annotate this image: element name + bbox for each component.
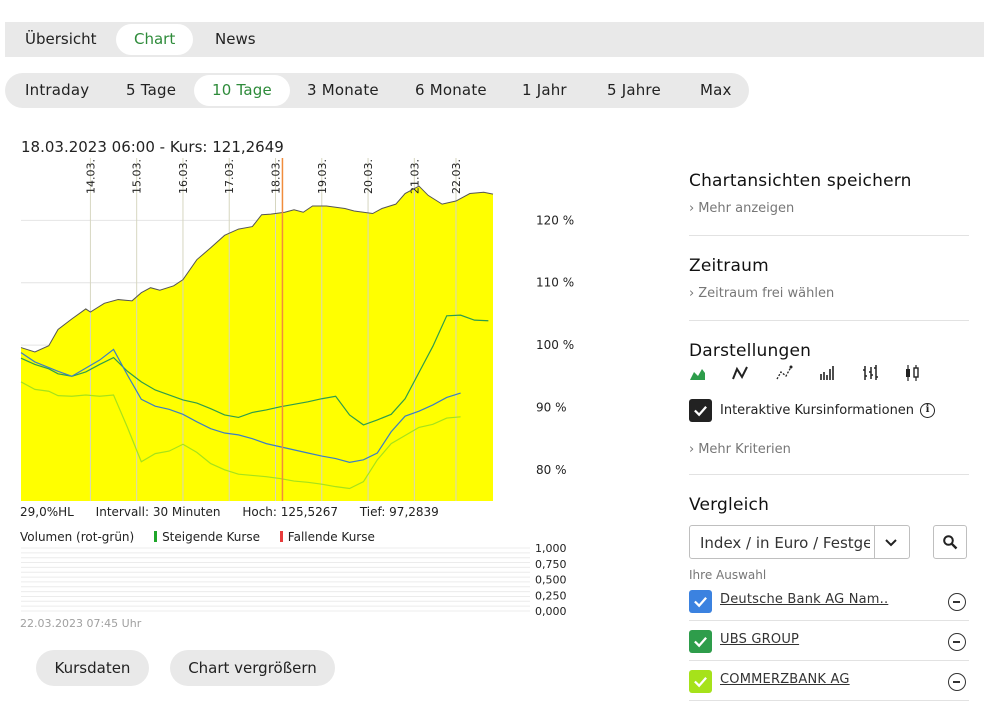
interaktiv-row: Interaktive Kursinformationen i	[689, 399, 936, 422]
zeitraum-section: Zeitraum › Zeitraum frei wählen	[689, 256, 969, 301]
y-tick-label: 1,000	[535, 542, 567, 555]
volume-bars-icon[interactable]	[818, 364, 836, 382]
divider	[689, 235, 969, 236]
x-tick-label: 20.03.	[362, 159, 375, 194]
chart-info-line: 29,0%HL Intervall: 30 Minuten Hoch: 125,…	[20, 505, 457, 519]
range-intraday[interactable]: Intraday	[7, 75, 107, 106]
tab-bar: Übersicht Chart News	[5, 22, 984, 57]
chart-vergroessern-button[interactable]: Chart vergrößern	[170, 650, 335, 686]
compare-row-deutsche-bank: Deutsche Bank AG Nam..	[689, 581, 969, 621]
x-tick-label: 22.03.	[450, 159, 463, 194]
check-icon	[694, 597, 707, 608]
range-max[interactable]: Max	[682, 75, 750, 106]
compare-name[interactable]: UBS GROUP	[720, 632, 799, 647]
zeitraum-title: Zeitraum	[689, 256, 769, 276]
check-icon	[694, 677, 707, 688]
x-tick-label: 16.03.	[177, 159, 190, 194]
x-tick-label: 15.03.	[131, 159, 144, 194]
compare-checkbox[interactable]	[689, 670, 712, 693]
tab-uebersicht[interactable]: Übersicht	[7, 24, 115, 55]
divider	[689, 320, 969, 321]
mehr-kriterien-section: › Mehr Kriterien	[689, 432, 969, 457]
vergleich-title: Vergleich	[689, 495, 770, 515]
tab-news[interactable]: News	[197, 24, 274, 55]
y-tick-label: 0,250	[535, 589, 567, 602]
range-10-tage[interactable]: 10 Tage	[194, 75, 290, 106]
remove-icon[interactable]	[948, 633, 966, 651]
compare-row-ubs: UBS GROUP	[689, 621, 969, 661]
range-3-monate[interactable]: 3 Monate	[289, 75, 397, 106]
range-5-jahre[interactable]: 5 Jahre	[589, 75, 679, 106]
x-tick-label: 17.03.	[223, 159, 236, 194]
ihre-auswahl-label: Ihre Auswahl	[689, 568, 767, 582]
price-area	[21, 186, 493, 501]
x-tick-label: 14.03.	[84, 159, 97, 194]
tab-chart[interactable]: Chart	[116, 24, 194, 55]
zeitraum-link-label: Zeitraum frei wählen	[698, 286, 835, 301]
line-chart-icon[interactable]	[731, 364, 749, 382]
range-6-monate[interactable]: 6 Monate	[397, 75, 505, 106]
interaktiv-checkbox[interactable]	[689, 399, 712, 422]
remove-icon[interactable]	[948, 673, 966, 691]
mehr-anzeigen-link[interactable]: › Mehr anzeigen	[689, 201, 969, 216]
chevron-right-icon: ›	[689, 442, 695, 457]
check-icon	[694, 406, 707, 417]
vergleich-section: Vergleich	[689, 495, 969, 515]
y-tick-label: 90 %	[536, 400, 567, 414]
compare-name[interactable]: Deutsche Bank AG Nam..	[720, 592, 888, 607]
y-tick-label: 0,000	[535, 605, 567, 618]
save-views-section: Chartansichten speichern › Mehr anzeigen	[689, 171, 969, 216]
kursdaten-button[interactable]: Kursdaten	[36, 650, 149, 686]
y-tick-label: 120 %	[536, 213, 574, 227]
divider	[689, 474, 969, 475]
y-tick-label: 0,500	[535, 574, 567, 587]
mehr-kriterien-label: Mehr Kriterien	[698, 442, 791, 457]
x-tick-label: 18.03.	[270, 159, 283, 194]
mehr-anzeigen-label: Mehr anzeigen	[698, 201, 795, 216]
save-views-title: Chartansichten speichern	[689, 171, 912, 191]
info-intervall: Intervall: 30 Minuten	[95, 505, 221, 519]
compare-row-commerzbank: COMMERZBANK AG	[689, 661, 969, 701]
zeitraum-link[interactable]: › Zeitraum frei wählen	[689, 286, 969, 301]
search-icon	[943, 535, 958, 550]
info-icon[interactable]: i	[920, 403, 936, 418]
darstellungen-section: Darstellungen	[689, 341, 969, 361]
y-tick-label: 0,750	[535, 558, 567, 571]
range-5-tage[interactable]: 5 Tage	[108, 75, 194, 106]
search-button[interactable]	[933, 525, 967, 559]
chevron-right-icon: ›	[689, 201, 695, 216]
time-range-bar: Intraday 5 Tage 10 Tage 3 Monate 6 Monat…	[5, 73, 749, 108]
compare-checkbox[interactable]	[689, 590, 712, 613]
y-tick-label: 80 %	[536, 463, 567, 477]
y-tick-label: 110 %	[536, 276, 574, 290]
compare-checkbox[interactable]	[689, 630, 712, 653]
ohlc-icon[interactable]	[861, 364, 879, 382]
dot-line-chart-icon[interactable]	[775, 364, 793, 382]
volume-chart: 1,000 0,750 0,500 0,250 0,000	[21, 542, 567, 618]
mehr-kriterien-link[interactable]: › Mehr Kriterien	[689, 442, 969, 457]
chevron-right-icon: ›	[689, 286, 695, 301]
info-hoch: Hoch: 125,5267	[242, 505, 339, 519]
range-1-jahr[interactable]: 1 Jahr	[504, 75, 585, 106]
area-chart-icon[interactable]	[689, 364, 707, 382]
compare-name[interactable]: COMMERZBANK AG	[720, 672, 850, 687]
index-select-value: Index / in Euro / Festgeld	[700, 534, 870, 552]
y-tick-label: 100 %	[536, 338, 574, 352]
check-icon	[694, 637, 707, 648]
price-chart[interactable]: 14.03. 15.03. 16.03. 17.03. 18.03. 19.03. 20.0…	[0, 150, 600, 510]
info-hl: 29,0%HL	[20, 505, 74, 519]
interaktiv-label: Interaktive Kursinformationen	[720, 403, 915, 418]
candlestick-icon[interactable]	[903, 364, 921, 382]
info-tief: Tief: 97,2839	[359, 505, 439, 519]
remove-icon[interactable]	[948, 593, 966, 611]
chart-timestamp: 22.03.2023 07:45 Uhr	[20, 617, 142, 630]
index-select[interactable]: Index / in Euro / Festgeld	[689, 525, 910, 559]
chevron-down-icon[interactable]	[882, 533, 900, 551]
select-separator	[874, 526, 875, 558]
x-tick-label: 19.03.	[316, 159, 329, 194]
darstellungen-title: Darstellungen	[689, 341, 812, 361]
